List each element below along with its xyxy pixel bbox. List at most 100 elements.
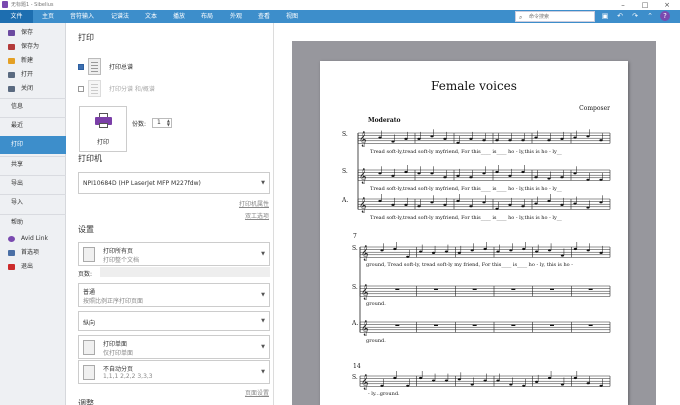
notehead xyxy=(391,203,395,206)
orientation-select[interactable]: 纵向 ▼ xyxy=(78,311,270,331)
notehead xyxy=(469,205,473,208)
whole-rest xyxy=(434,324,438,326)
whole-rest xyxy=(511,324,516,326)
notehead xyxy=(470,383,474,386)
tab-home[interactable]: 主页 xyxy=(36,10,60,23)
tab-notations[interactable]: 记谱法 xyxy=(105,10,135,23)
notehead xyxy=(469,137,473,140)
sidebar-item-help[interactable]: 帮助 xyxy=(0,214,66,230)
avid-link-icon xyxy=(8,236,15,242)
save-toolbar-icon[interactable]: ▣ xyxy=(600,11,610,21)
sidebar-item-info[interactable]: 信息 xyxy=(0,98,66,114)
notehead xyxy=(599,139,603,142)
spinner-arrows-icon[interactable]: ▲ ▼ xyxy=(167,119,170,127)
sidebar-item-save-as[interactable]: 保存为 xyxy=(0,40,66,54)
notehead xyxy=(431,379,436,382)
collation-select[interactable]: 不自动分页 1,1,1 2,2,2 3,3,3 ▼ xyxy=(78,360,270,384)
sidebar-item-recent[interactable]: 最近 xyxy=(0,117,66,133)
chevron-down-icon: ▼ xyxy=(261,318,265,324)
notehead xyxy=(456,141,460,144)
notehead xyxy=(560,203,564,206)
notehead xyxy=(547,199,551,203)
close-icon[interactable]: × xyxy=(656,0,678,10)
music-notation: 𝄞 𝄞 𝄞 𝄞 𝄞 𝄞 𝄞 xyxy=(357,129,611,390)
notehead xyxy=(430,201,434,204)
notehead xyxy=(586,178,590,181)
notehead xyxy=(560,254,565,257)
radio-parts[interactable] xyxy=(78,86,84,92)
chevron-down-icon: ▼ xyxy=(261,369,265,375)
maximize-icon[interactable]: □ xyxy=(634,0,656,10)
tab-text[interactable]: 文本 xyxy=(139,10,163,23)
treble-clef: 𝄞 xyxy=(361,375,369,390)
notehead xyxy=(443,176,447,179)
score-page: Female voices Composer Moderato S. S. A.… xyxy=(320,61,628,405)
notehead xyxy=(522,247,526,251)
print-style-select[interactable]: 普通 按照比例正序打印页面 ▼ xyxy=(78,283,270,307)
sidebar-item-export[interactable]: 导出 xyxy=(0,175,66,191)
sidebar-item-exit[interactable]: 退出 xyxy=(0,260,66,274)
print-button[interactable]: 打印 xyxy=(79,106,127,152)
whole-rest xyxy=(395,288,400,290)
copies-label: 份数: xyxy=(132,121,147,128)
tab-layout[interactable]: 布局 xyxy=(195,10,219,23)
notehead xyxy=(547,177,551,180)
printer-properties-link[interactable]: 打印机属性 xyxy=(239,199,269,208)
page-setup-link[interactable]: 页面设置 xyxy=(245,388,269,397)
notehead xyxy=(535,250,539,253)
undo-icon[interactable]: ↶ xyxy=(615,11,625,21)
notehead xyxy=(534,202,538,205)
notehead xyxy=(599,178,603,181)
ribbon-tabs: 文件 主页 音符输入 记谱法 文本 播放 布局 外观 查看 视图 ⌕ ▣ ↶ ↷… xyxy=(0,10,680,23)
tab-note-input[interactable]: 音符输入 xyxy=(65,10,99,23)
notehead xyxy=(547,376,552,380)
tab-view[interactable]: 视图 xyxy=(280,10,304,23)
sidebar-item-save[interactable]: 保存 xyxy=(0,26,66,40)
notehead xyxy=(456,199,460,203)
notehead xyxy=(393,376,397,380)
notehead xyxy=(417,172,421,175)
notehead xyxy=(495,139,499,142)
sidebar-item-avid-link[interactable]: Avid Link xyxy=(0,232,66,246)
printer-select[interactable]: NPI10684D (HP LaserJet MFP M227fdw) ▼ xyxy=(78,172,270,194)
notehead xyxy=(508,203,512,206)
sides-select[interactable]: 打印单面 仅打印单面 ▼ xyxy=(78,335,270,359)
notehead xyxy=(430,172,434,175)
pages-input[interactable] xyxy=(100,267,270,277)
notehead xyxy=(380,249,384,252)
sidebar-item-preferences[interactable]: 首选项 xyxy=(0,246,66,260)
help-icon[interactable]: ? xyxy=(660,11,670,21)
whole-rest xyxy=(472,324,477,326)
notehead xyxy=(457,251,461,254)
notehead xyxy=(508,139,512,142)
tab-appearance[interactable]: 外观 xyxy=(224,10,248,23)
copies-stepper[interactable]: 1 ▲ ▼ xyxy=(152,118,172,128)
minimize-icon[interactable]: – xyxy=(612,0,634,10)
notehead xyxy=(443,203,447,206)
double-sided-link[interactable]: 双工选项 xyxy=(245,211,269,220)
redo-icon[interactable]: ↷ xyxy=(630,11,640,21)
sidebar-item-new[interactable]: 新建 xyxy=(0,54,66,68)
notehead xyxy=(534,136,538,139)
command-search-input[interactable] xyxy=(529,12,591,21)
notehead xyxy=(378,199,382,203)
chevron-down-icon: ▼ xyxy=(261,344,265,350)
sidebar-item-open[interactable]: 打开 xyxy=(0,68,66,82)
tab-review[interactable]: 查看 xyxy=(252,10,276,23)
print-range-select[interactable]: 打印所有页 打印整个文档 ▼ xyxy=(78,242,270,266)
whole-rest xyxy=(588,324,593,326)
sidebar-item-close[interactable]: 关闭 xyxy=(0,82,66,96)
radio-full-score[interactable] xyxy=(78,64,84,70)
collapse-icon[interactable]: ⌃ xyxy=(645,11,655,21)
tab-file[interactable]: 文件 xyxy=(0,10,33,23)
sidebar-item-share[interactable]: 共享 xyxy=(0,156,66,172)
sidebar-item-print[interactable]: 打印 xyxy=(0,136,66,154)
command-search[interactable]: ⌕ xyxy=(515,11,595,22)
notehead xyxy=(560,383,565,386)
tab-play[interactable]: 播放 xyxy=(167,10,191,23)
whole-rest xyxy=(395,324,400,326)
whole-rest xyxy=(550,324,554,326)
sidebar-item-import[interactable]: 导入 xyxy=(0,194,66,210)
notehead xyxy=(404,203,408,206)
notehead xyxy=(547,249,552,252)
